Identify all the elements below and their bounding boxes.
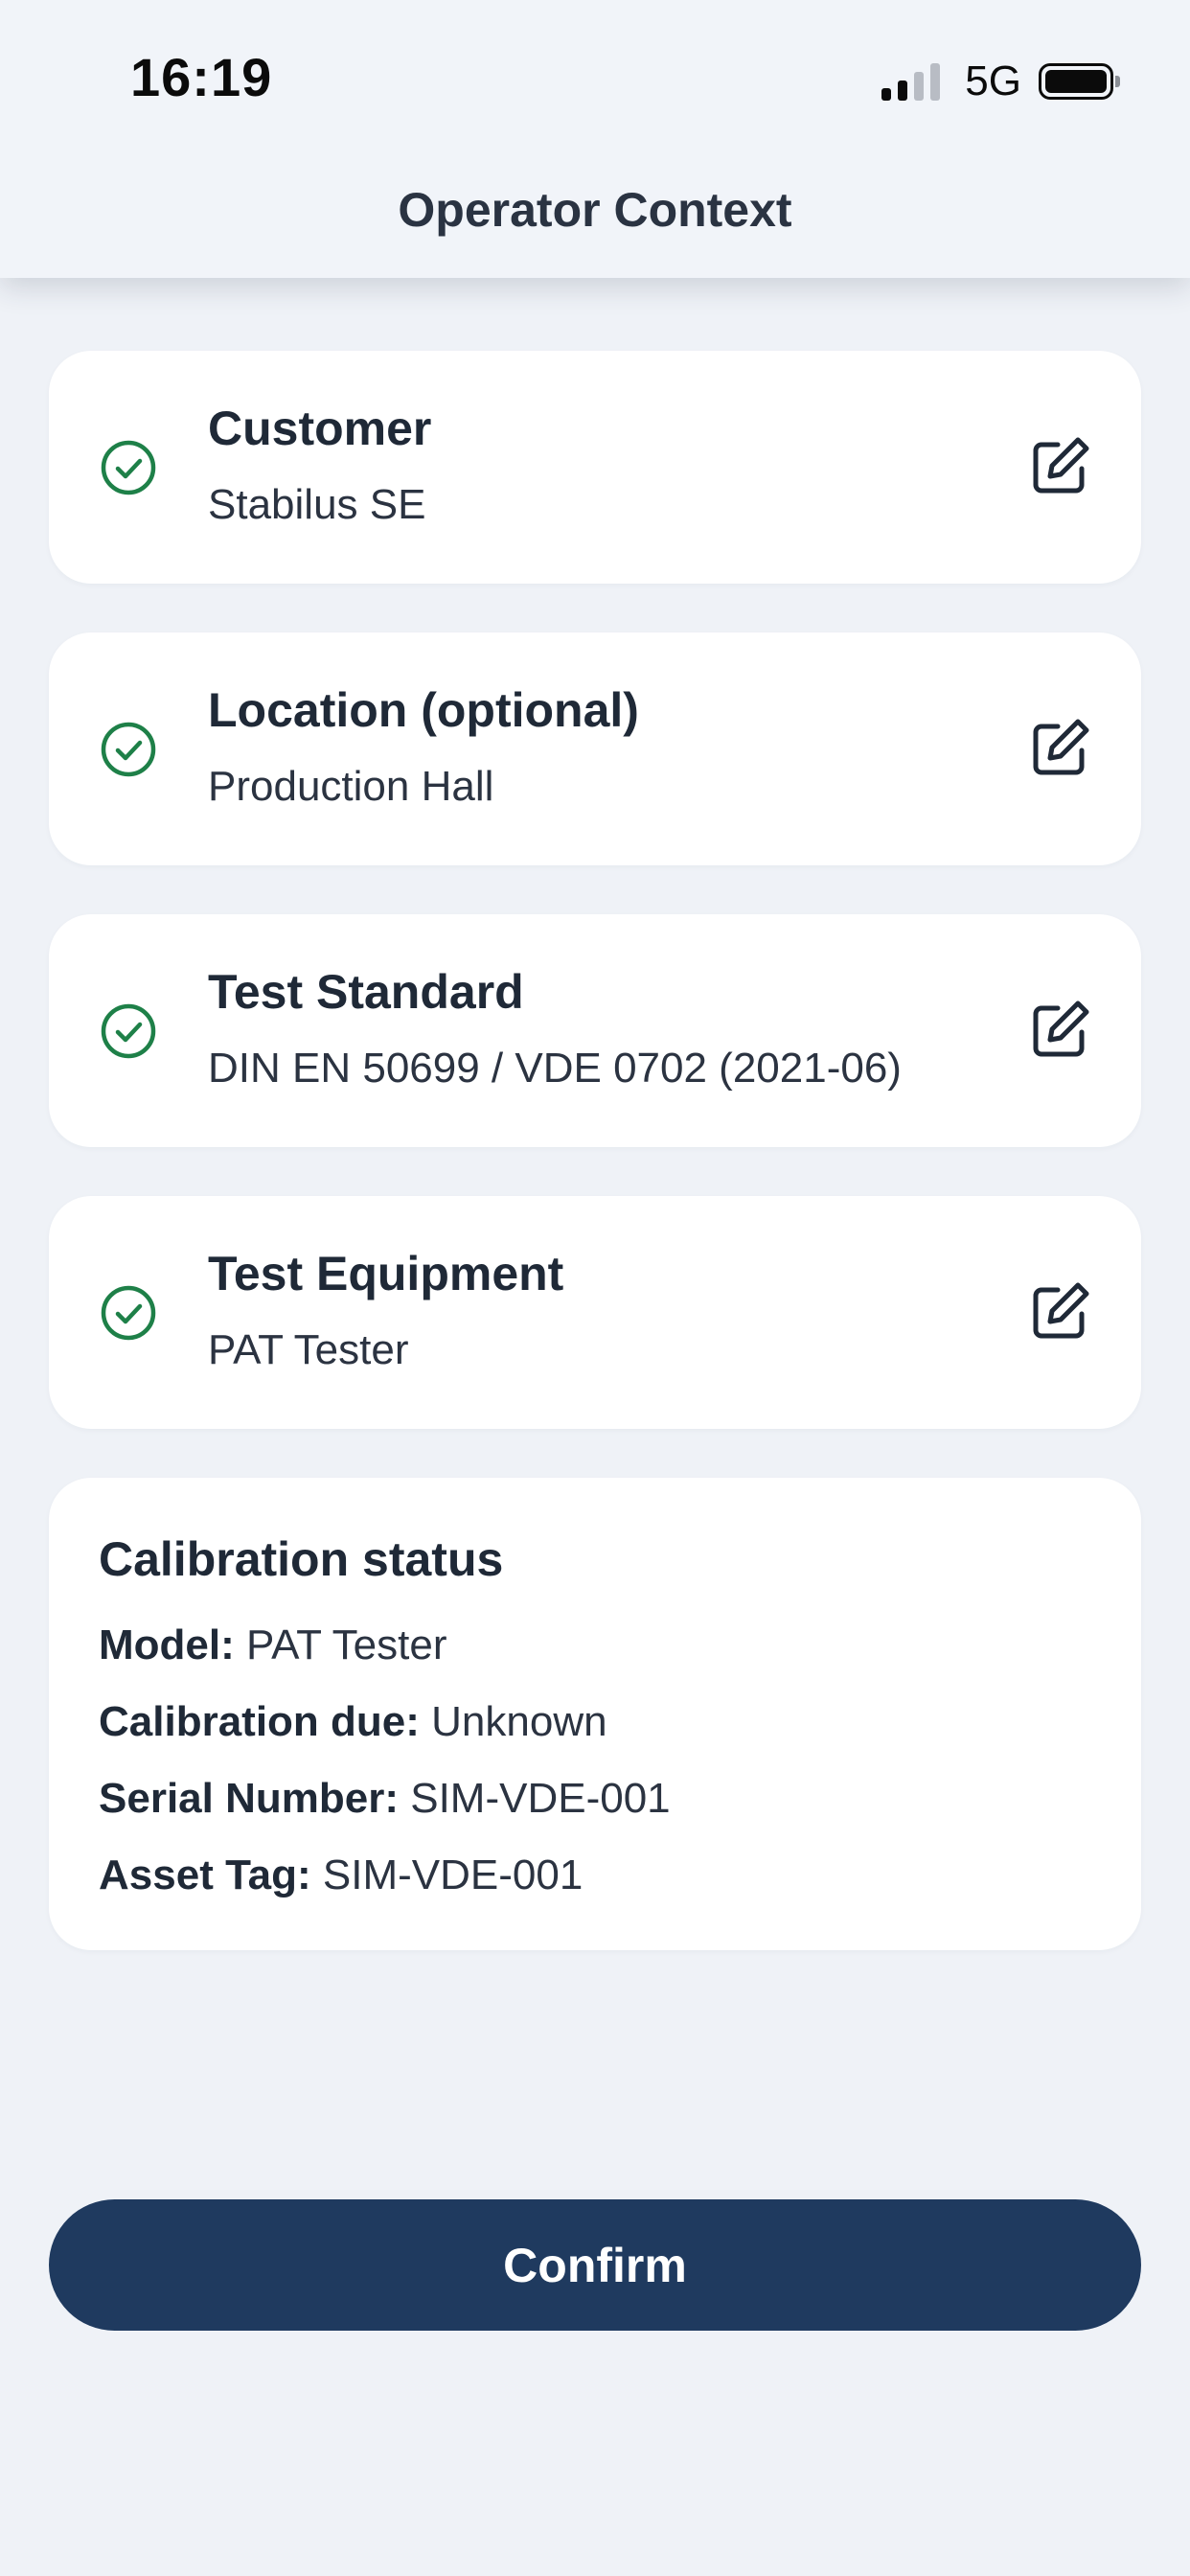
check-circle-icon	[101, 1003, 156, 1059]
network-type: 5G	[965, 58, 1021, 104]
context-label: Test Equipment	[208, 1247, 564, 1300]
context-label: Location (optional)	[208, 683, 639, 737]
context-value: Production Hall	[208, 763, 494, 810]
calibration-row-label: Model:	[99, 1622, 246, 1668]
context-value: Stabilus SE	[208, 481, 426, 528]
context-label: Test Standard	[208, 965, 524, 1019]
app-header: 16:19 5G Operator Context	[0, 0, 1190, 278]
context-card-location[interactable]: Location (optional) Production Hall	[49, 632, 1141, 865]
context-card-test-standard[interactable]: Test Standard DIN EN 50699 / VDE 0702 (2…	[49, 914, 1141, 1147]
calibration-row-label: Asset Tag:	[99, 1852, 323, 1898]
context-card-customer[interactable]: Customer Stabilus SE	[49, 351, 1141, 584]
edit-icon[interactable]	[1026, 997, 1093, 1064]
battery-icon	[1039, 63, 1120, 100]
check-circle-icon	[101, 1285, 156, 1341]
status-time: 16:19	[130, 47, 273, 107]
calibration-row-model: Model: PAT Tester	[99, 1622, 446, 1669]
check-circle-icon	[101, 440, 156, 495]
context-label: Customer	[208, 402, 432, 455]
confirm-button[interactable]: Confirm	[49, 2199, 1141, 2331]
calibration-row-due: Calibration due: Unknown	[99, 1698, 607, 1746]
page-title: Operator Context	[398, 183, 792, 237]
context-card-test-equipment[interactable]: Test Equipment PAT Tester	[49, 1196, 1141, 1429]
status-indicators: 5G	[881, 58, 1120, 105]
calibration-row-serial: Serial Number: SIM-VDE-001	[99, 1775, 671, 1823]
calibration-row-value: SIM-VDE-001	[322, 1852, 584, 1898]
cellular-signal-icon	[881, 62, 941, 101]
context-value: PAT Tester	[208, 1326, 409, 1373]
calibration-row-label: Calibration due:	[99, 1698, 432, 1745]
edit-icon[interactable]	[1026, 1278, 1093, 1346]
check-circle-icon	[101, 722, 156, 777]
calibration-title: Calibration status	[99, 1532, 504, 1586]
calibration-row-value: PAT Tester	[245, 1622, 447, 1668]
calibration-status-card: Calibration status Model: PAT Tester Cal…	[49, 1478, 1141, 1950]
calibration-row-value: Unknown	[431, 1698, 607, 1745]
edit-icon[interactable]	[1026, 715, 1093, 782]
calibration-row-label: Serial Number:	[99, 1775, 411, 1822]
context-value: DIN EN 50699 / VDE 0702 (2021-06)	[208, 1045, 902, 1092]
calibration-row-asset-tag: Asset Tag: SIM-VDE-001	[99, 1852, 583, 1899]
calibration-row-value: SIM-VDE-001	[410, 1775, 671, 1822]
edit-icon[interactable]	[1026, 433, 1093, 500]
